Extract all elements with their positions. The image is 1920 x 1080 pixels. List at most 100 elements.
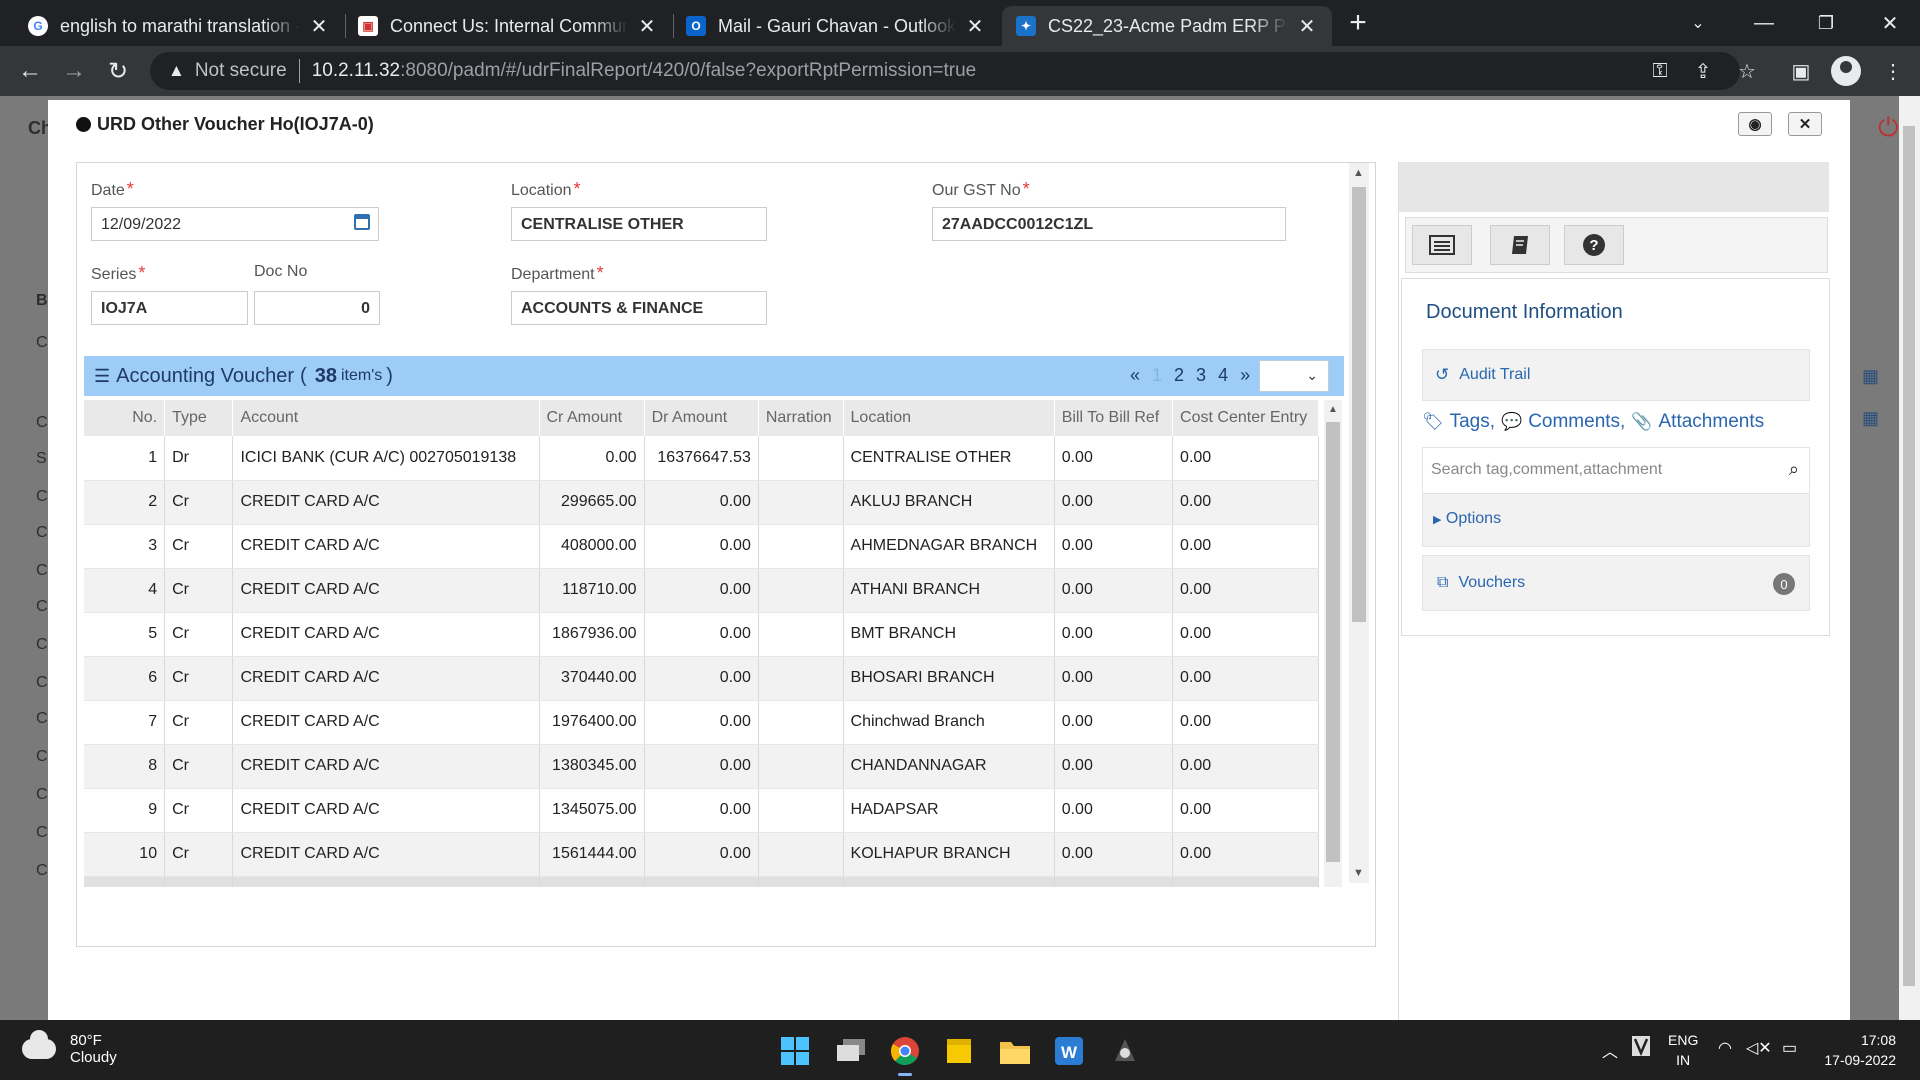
page-size-select[interactable]: ⌄ bbox=[1259, 360, 1329, 392]
department-field[interactable]: ACCOUNTS & FINANCE bbox=[511, 291, 767, 325]
hide-eye-button[interactable]: ◉ bbox=[1738, 112, 1772, 136]
app-tray-icon[interactable] bbox=[1632, 1034, 1652, 1063]
form-scroll-thumb[interactable] bbox=[1352, 187, 1366, 622]
gst-field[interactable]: 27AADCC0012C1ZL bbox=[932, 207, 1286, 241]
table-row[interactable]: 4 Cr CREDIT CARD A/C 118710.00 0.00 ATHANI BR… bbox=[84, 568, 1319, 613]
reload-button[interactable]: ↻ bbox=[102, 55, 134, 87]
tag-search-input[interactable]: Search tag,comment,attachment ⌕ bbox=[1423, 448, 1809, 494]
list-view-button[interactable] bbox=[1412, 225, 1472, 265]
grid-scrollbar[interactable]: ▲ bbox=[1324, 400, 1342, 887]
key-icon[interactable]: ⚿ bbox=[1647, 58, 1673, 84]
volume-muted-icon[interactable]: ◁✕ bbox=[1746, 1038, 1772, 1058]
table-row[interactable]: 7 Cr CREDIT CARD A/C 1976400.00 0.00 Chinchwa… bbox=[84, 700, 1319, 745]
date-field[interactable]: 12/09/2022 bbox=[91, 207, 379, 241]
column-header[interactable]: Bill To Bill Ref bbox=[1054, 400, 1174, 436]
language-indicator[interactable]: ENG IN bbox=[1668, 1030, 1698, 1070]
pager-first[interactable]: « bbox=[1130, 365, 1140, 386]
scroll-down-icon[interactable]: ▼ bbox=[1353, 867, 1364, 879]
accounting-voucher-bar: ☰ Accounting Voucher ( 38 item's ) « 1 2… bbox=[84, 356, 1344, 396]
pager-last[interactable]: » bbox=[1240, 365, 1250, 386]
sticky-notes-button[interactable] bbox=[942, 1034, 976, 1068]
bookmark-star-icon[interactable]: ☆ bbox=[1734, 58, 1760, 84]
calendar-icon[interactable] bbox=[354, 214, 370, 230]
vouchers-link[interactable]: ⧉ Vouchers 0 bbox=[1422, 555, 1810, 611]
page-scroll-thumb[interactable] bbox=[1903, 126, 1915, 986]
table-row[interactable]: 9 Cr CREDIT CARD A/C 1345075.00 0.00 HADAPSAR… bbox=[84, 788, 1319, 833]
table-row[interactable]: 3 Cr CREDIT CARD A/C 408000.00 0.00 AHMEDNAGA… bbox=[84, 524, 1319, 569]
browser-tab-erp[interactable]: ✦ CS22_23-Acme Padm ERP Platfor ✕ bbox=[1002, 6, 1332, 46]
close-tab-icon[interactable]: ✕ bbox=[964, 14, 986, 39]
table-cell-cost: 0.00 bbox=[1172, 524, 1319, 569]
comments-link[interactable]: Comments, bbox=[1528, 411, 1625, 433]
book-button[interactable] bbox=[1490, 225, 1550, 265]
column-header[interactable]: No. bbox=[84, 400, 166, 436]
clock[interactable]: 17:08 17-09-2022 bbox=[1816, 1030, 1896, 1070]
address-bar[interactable]: ▲ Not secure 10.2.11.32 :8080/padm/#/udr… bbox=[150, 52, 1740, 90]
table-row[interactable]: 2 Cr CREDIT CARD A/C 299665.00 0.00 AKLUJ BRA… bbox=[84, 480, 1319, 525]
column-header[interactable]: Narration bbox=[758, 400, 844, 436]
chevron-up-icon[interactable]: ︿ bbox=[1602, 1038, 1618, 1062]
table-cell-dr: 16376647.53 bbox=[644, 436, 759, 481]
close-window-button[interactable]: ✕ bbox=[1860, 0, 1920, 46]
scroll-up-icon[interactable]: ▲ bbox=[1328, 404, 1338, 415]
column-header[interactable]: Dr Amount bbox=[644, 400, 759, 436]
file-explorer-button[interactable] bbox=[998, 1034, 1032, 1068]
column-header[interactable]: Cost Center Entry bbox=[1172, 400, 1319, 436]
scroll-up-icon[interactable]: ▲ bbox=[1353, 167, 1364, 179]
pager-page-2[interactable]: 2 bbox=[1174, 365, 1184, 386]
table-row[interactable]: 5 Cr CREDIT CARD A/C 1867936.00 0.00 BMT BRAN… bbox=[84, 612, 1319, 657]
column-header[interactable]: Location bbox=[843, 400, 1055, 436]
minimize-button[interactable]: — bbox=[1734, 0, 1794, 46]
table-cell-no: 5 bbox=[84, 612, 166, 657]
close-tab-icon[interactable]: ✕ bbox=[308, 14, 330, 39]
audit-trail-link[interactable]: ↺ Audit Trail bbox=[1422, 349, 1810, 401]
close-tab-icon[interactable]: ✕ bbox=[1296, 14, 1318, 39]
series-label: Series * bbox=[91, 263, 146, 283]
tab-search-icon[interactable]: ⌄ bbox=[1668, 0, 1728, 46]
grid-scroll-thumb[interactable] bbox=[1326, 422, 1340, 862]
close-modal-button[interactable]: ✕ bbox=[1788, 112, 1822, 136]
browser-tab-google[interactable]: G english to marathi translation - G ✕ bbox=[14, 6, 344, 46]
side-panel-icon[interactable]: ▣ bbox=[1788, 58, 1814, 84]
attachments-link[interactable]: Attachments bbox=[1659, 411, 1765, 433]
docno-field[interactable]: 0 bbox=[254, 291, 380, 325]
background-sidebar: Ch B C C S C C C C C C C C C C C bbox=[0, 96, 52, 1020]
chrome-menu-icon[interactable]: ⋮ bbox=[1880, 58, 1906, 84]
profile-avatar-icon[interactable] bbox=[1831, 56, 1861, 86]
help-button[interactable]: ? bbox=[1564, 225, 1624, 265]
table-cell bbox=[84, 876, 166, 887]
vpn-app-button[interactable] bbox=[1108, 1034, 1142, 1068]
share-icon[interactable]: ⇪ bbox=[1690, 58, 1716, 84]
browser-tab-outlook[interactable]: O Mail - Gauri Chavan - Outlook ✕ bbox=[672, 6, 1000, 46]
table-row[interactable]: 10 Cr CREDIT CARD A/C 1561444.00 0.00 KOLHAPU… bbox=[84, 832, 1319, 877]
forward-button[interactable]: → bbox=[58, 55, 90, 87]
pager-page-3[interactable]: 3 bbox=[1196, 365, 1206, 386]
column-header[interactable]: Account bbox=[232, 400, 540, 436]
browser-tab-connect[interactable]: ▣ Connect Us: Internal Communica ✕ bbox=[344, 6, 672, 46]
battery-icon[interactable]: ▭ bbox=[1782, 1038, 1797, 1058]
search-icon[interactable]: ⌕ bbox=[1789, 459, 1799, 480]
table-row[interactable]: 1 Dr ICICI BANK (CUR A/C) 002705019138 0.00… bbox=[84, 436, 1319, 481]
new-tab-button[interactable]: + bbox=[1343, 8, 1373, 38]
restore-button[interactable]: ❐ bbox=[1796, 0, 1856, 46]
table-row[interactable]: 8 Cr CREDIT CARD A/C 1380345.00 0.00 CHANDANN… bbox=[84, 744, 1319, 789]
task-view-button[interactable] bbox=[834, 1034, 868, 1068]
word-button[interactable]: W bbox=[1052, 1034, 1086, 1068]
pager-page-4[interactable]: 4 bbox=[1218, 365, 1228, 386]
wifi-icon[interactable]: ◠ bbox=[1718, 1038, 1732, 1058]
location-field[interactable]: CENTRALISE OTHER bbox=[511, 207, 767, 241]
weather-widget[interactable]: 80°F Cloudy bbox=[22, 1030, 117, 1066]
pager-page-1[interactable]: 1 bbox=[1152, 365, 1162, 386]
series-field[interactable]: IOJ7A bbox=[91, 291, 248, 325]
form-scrollbar[interactable]: ▲ ▼ bbox=[1349, 163, 1369, 883]
table-row[interactable]: 6 Cr CREDIT CARD A/C 370440.00 0.00 BHOSARI B… bbox=[84, 656, 1319, 701]
back-button[interactable]: ← bbox=[14, 55, 46, 87]
page-scrollbar[interactable] bbox=[1899, 96, 1920, 1020]
chrome-taskbar-button[interactable] bbox=[888, 1034, 922, 1076]
tags-link[interactable]: Tags, bbox=[1450, 411, 1495, 433]
start-button[interactable] bbox=[778, 1034, 812, 1068]
close-tab-icon[interactable]: ✕ bbox=[636, 14, 658, 39]
options-toggle[interactable]: ▶ Options bbox=[1433, 510, 1501, 528]
column-header[interactable]: Type bbox=[164, 400, 234, 436]
column-header[interactable]: Cr Amount bbox=[539, 400, 645, 436]
